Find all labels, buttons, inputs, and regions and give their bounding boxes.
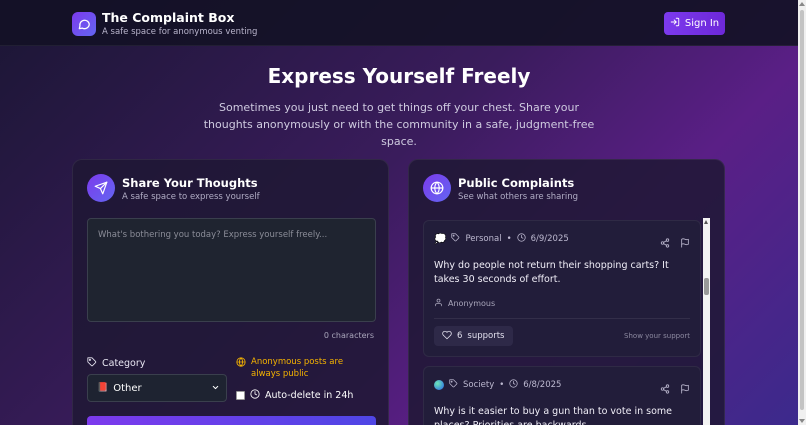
clock-icon — [516, 233, 526, 245]
complaint-category: Society — [463, 380, 495, 390]
auto-delete-checkbox[interactable] — [236, 391, 245, 400]
complaint-date: 6/8/2025 — [523, 380, 562, 390]
show-support-hint: Show your support — [624, 332, 690, 340]
book-emoji-icon: 📕 — [97, 383, 109, 393]
complaint-author: Anonymous — [434, 298, 690, 309]
sign-in-button[interactable]: Sign In — [664, 12, 725, 35]
scroll-up-arrow-icon[interactable] — [799, 2, 805, 6]
auto-delete-option[interactable]: Auto-delete in 24h — [236, 389, 353, 402]
complaint-footer: 6 supports Show your support — [434, 326, 690, 346]
complaint-meta: 💭 Personal • 6/9/2025 — [434, 232, 690, 246]
scrollbar-thumb[interactable] — [704, 278, 709, 295]
share-icon[interactable] — [660, 379, 670, 398]
feed-subtitle: See what others are sharing — [458, 192, 579, 202]
character-count: 0 characters — [323, 331, 374, 340]
complaint-category: Personal — [465, 234, 502, 244]
category-label: Category — [87, 357, 145, 370]
complaints-list[interactable]: 💭 Personal • 6/9/2025 Why do people not … — [423, 220, 712, 425]
category-label-text: Category — [102, 358, 146, 369]
page-scrollbar[interactable] — [798, 0, 806, 425]
compose-title: Share Your Thoughts — [122, 176, 258, 190]
meta-separator: • — [499, 380, 505, 390]
sign-in-label: Sign In — [684, 18, 720, 29]
globe-icon — [236, 357, 246, 380]
tag-icon — [449, 379, 458, 391]
complaint-card: Society • 6/8/2025 Why is it easier to b… — [423, 366, 701, 425]
compose-card: Share Your Thoughts A safe space to expr… — [72, 159, 389, 425]
complaint-actions — [660, 379, 690, 398]
send-icon — [87, 174, 115, 202]
complaint-card: 💭 Personal • 6/9/2025 Why do people not … — [423, 220, 701, 357]
flag-icon[interactable] — [680, 379, 690, 398]
category-select[interactable]: 📕 Other — [87, 374, 227, 402]
complaint-placeholder: What's bothering you today? Express your… — [98, 230, 328, 240]
speech-bubble-icon: 💭 — [434, 233, 447, 245]
app-title: The Complaint Box — [102, 10, 235, 25]
feed-title: Public Complaints — [458, 176, 575, 190]
support-button[interactable]: 6 supports — [434, 326, 513, 346]
scroll-up-arrow-icon[interactable] — [704, 220, 708, 224]
meta-separator: • — [506, 234, 512, 244]
anonymous-note: Anonymous posts are always public — [236, 356, 366, 380]
scrollbar-thumb[interactable] — [800, 10, 804, 410]
complaint-text: Why is it easier to buy a gun than to vo… — [434, 406, 672, 425]
divider — [434, 318, 690, 319]
author-name: Anonymous — [448, 299, 496, 308]
anonymous-note-text: Anonymous posts are always public — [251, 357, 344, 379]
submit-button[interactable] — [87, 416, 376, 425]
hero-title: Express Yourself Freely — [267, 64, 531, 88]
share-icon[interactable] — [660, 233, 670, 252]
clock-icon — [509, 379, 518, 391]
feed-card: Public Complaints See what others are sh… — [408, 159, 725, 425]
complaints-scrollbar[interactable] — [703, 218, 710, 425]
globe-emoji-icon — [434, 380, 444, 390]
app-header: The Complaint Box A safe space for anony… — [0, 0, 798, 46]
complaint-textarea[interactable]: What's bothering you today? Express your… — [87, 218, 376, 322]
tag-icon — [87, 357, 97, 370]
flag-icon[interactable] — [680, 233, 690, 252]
globe-icon — [423, 174, 451, 202]
compose-subtitle: A safe space to express yourself — [122, 192, 260, 202]
hero-description: Sometimes you just need to get things of… — [203, 101, 595, 148]
support-count: 6 — [457, 331, 463, 341]
category-value: Other — [113, 382, 142, 394]
complaint-meta: Society • 6/8/2025 — [434, 378, 690, 392]
scroll-down-arrow-icon[interactable] — [799, 419, 805, 423]
support-label: supports — [467, 331, 505, 341]
heart-icon — [442, 330, 452, 343]
complaint-date: 6/9/2025 — [530, 234, 569, 244]
user-icon — [434, 298, 443, 309]
tag-icon — [451, 233, 460, 245]
chat-bubble-icon — [72, 12, 96, 36]
complaint-actions — [660, 233, 690, 252]
sign-in-icon — [670, 17, 680, 30]
complaint-text: Why do people not return their shopping … — [434, 260, 669, 285]
app-subtitle: A safe space for anonymous venting — [102, 27, 258, 37]
clock-icon — [250, 389, 260, 402]
auto-delete-label: Auto-delete in 24h — [265, 390, 354, 401]
chevron-down-icon — [211, 383, 220, 395]
